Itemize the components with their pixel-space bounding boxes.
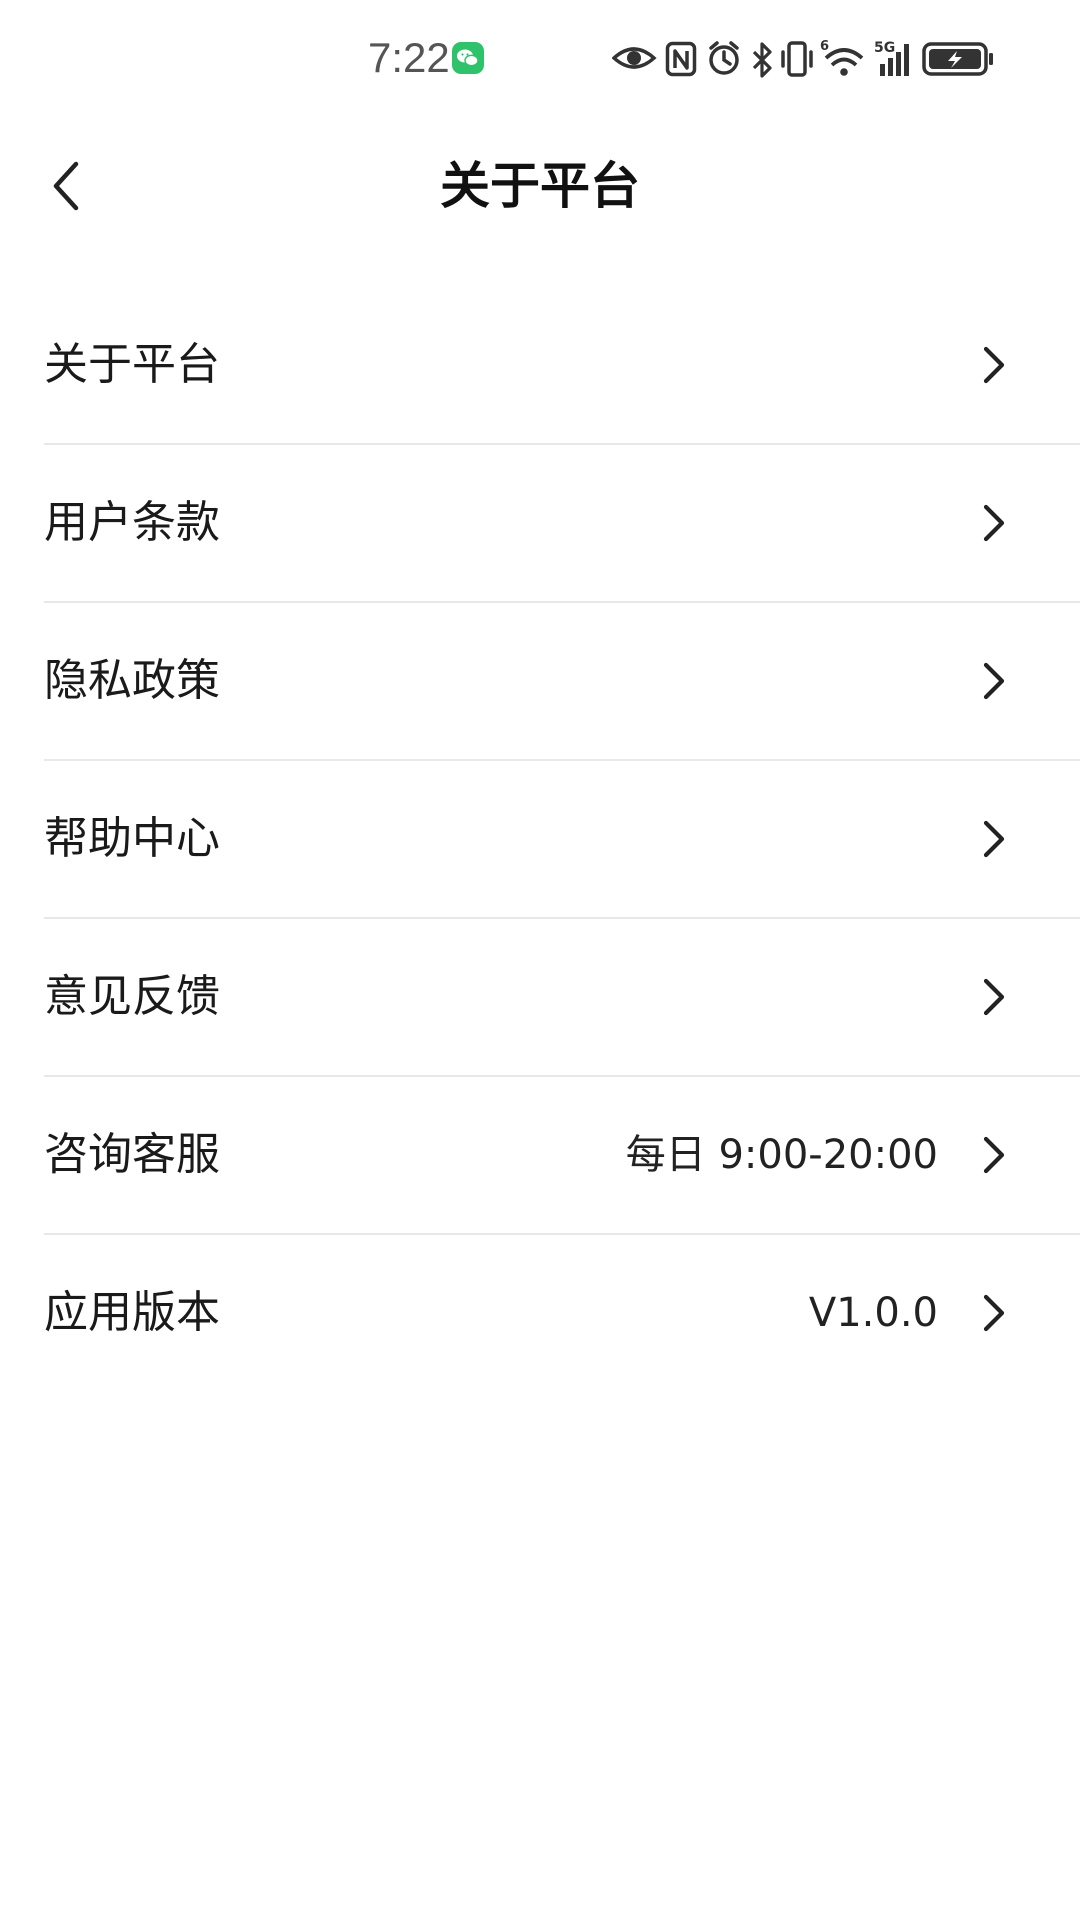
vibrate-icon bbox=[781, 41, 813, 77]
alarm-icon bbox=[709, 41, 739, 75]
svg-text:6: 6 bbox=[820, 39, 829, 54]
chevron-right-icon bbox=[983, 978, 1005, 1016]
page-title: 关于平台 bbox=[440, 157, 640, 215]
menu-item-feedback[interactable]: 意见反馈 bbox=[44, 919, 1080, 1077]
chevron-right-icon bbox=[983, 1136, 1005, 1174]
nav-bar: 关于平台 bbox=[0, 116, 1080, 256]
menu-list: 关于平台 用户条款 隐私政策 帮助中心 意见反馈 咨询客服 每日 9:00-20… bbox=[0, 287, 1080, 1391]
menu-item-label: 意见反馈 bbox=[44, 971, 220, 1022]
app-version-value: V1.0.0 bbox=[808, 1290, 938, 1336]
status-time: 7:22 bbox=[368, 34, 450, 81]
menu-item-about-platform[interactable]: 关于平台 bbox=[44, 287, 1080, 445]
wechat-icon bbox=[452, 42, 484, 74]
menu-item-user-terms[interactable]: 用户条款 bbox=[44, 445, 1080, 603]
chevron-right-icon bbox=[983, 1294, 1005, 1332]
chevron-right-icon bbox=[983, 504, 1005, 542]
signal-5g-icon: 5G bbox=[874, 40, 909, 76]
menu-item-help-center[interactable]: 帮助中心 bbox=[44, 761, 1080, 919]
status-icons: 6 5G bbox=[612, 36, 1022, 80]
chevron-right-icon bbox=[983, 662, 1005, 700]
chevron-left-icon bbox=[53, 161, 79, 211]
menu-item-label: 关于平台 bbox=[44, 339, 220, 390]
status-bar: 7:22 6 5G bbox=[0, 0, 1080, 116]
eye-icon bbox=[612, 47, 657, 69]
chevron-right-icon bbox=[983, 820, 1005, 858]
service-hours: 每日 9:00-20:00 bbox=[625, 1132, 938, 1178]
bluetooth-icon bbox=[752, 42, 772, 78]
chevron-right-icon bbox=[983, 346, 1005, 384]
menu-item-label: 隐私政策 bbox=[44, 655, 220, 706]
menu-item-label: 应用版本 bbox=[44, 1287, 220, 1338]
wifi-icon: 6 bbox=[820, 39, 864, 76]
menu-item-label: 咨询客服 bbox=[44, 1129, 220, 1180]
menu-item-app-version[interactable]: 应用版本 V1.0.0 bbox=[44, 1235, 1080, 1391]
menu-item-privacy-policy[interactable]: 隐私政策 bbox=[44, 603, 1080, 761]
back-button[interactable] bbox=[28, 138, 104, 234]
battery-charging-icon bbox=[922, 42, 993, 76]
menu-item-customer-service[interactable]: 咨询客服 每日 9:00-20:00 bbox=[44, 1077, 1080, 1235]
menu-item-label: 用户条款 bbox=[44, 497, 220, 548]
menu-item-label: 帮助中心 bbox=[44, 813, 220, 864]
svg-text:5G: 5G bbox=[874, 40, 895, 56]
nfc-icon bbox=[665, 41, 697, 77]
